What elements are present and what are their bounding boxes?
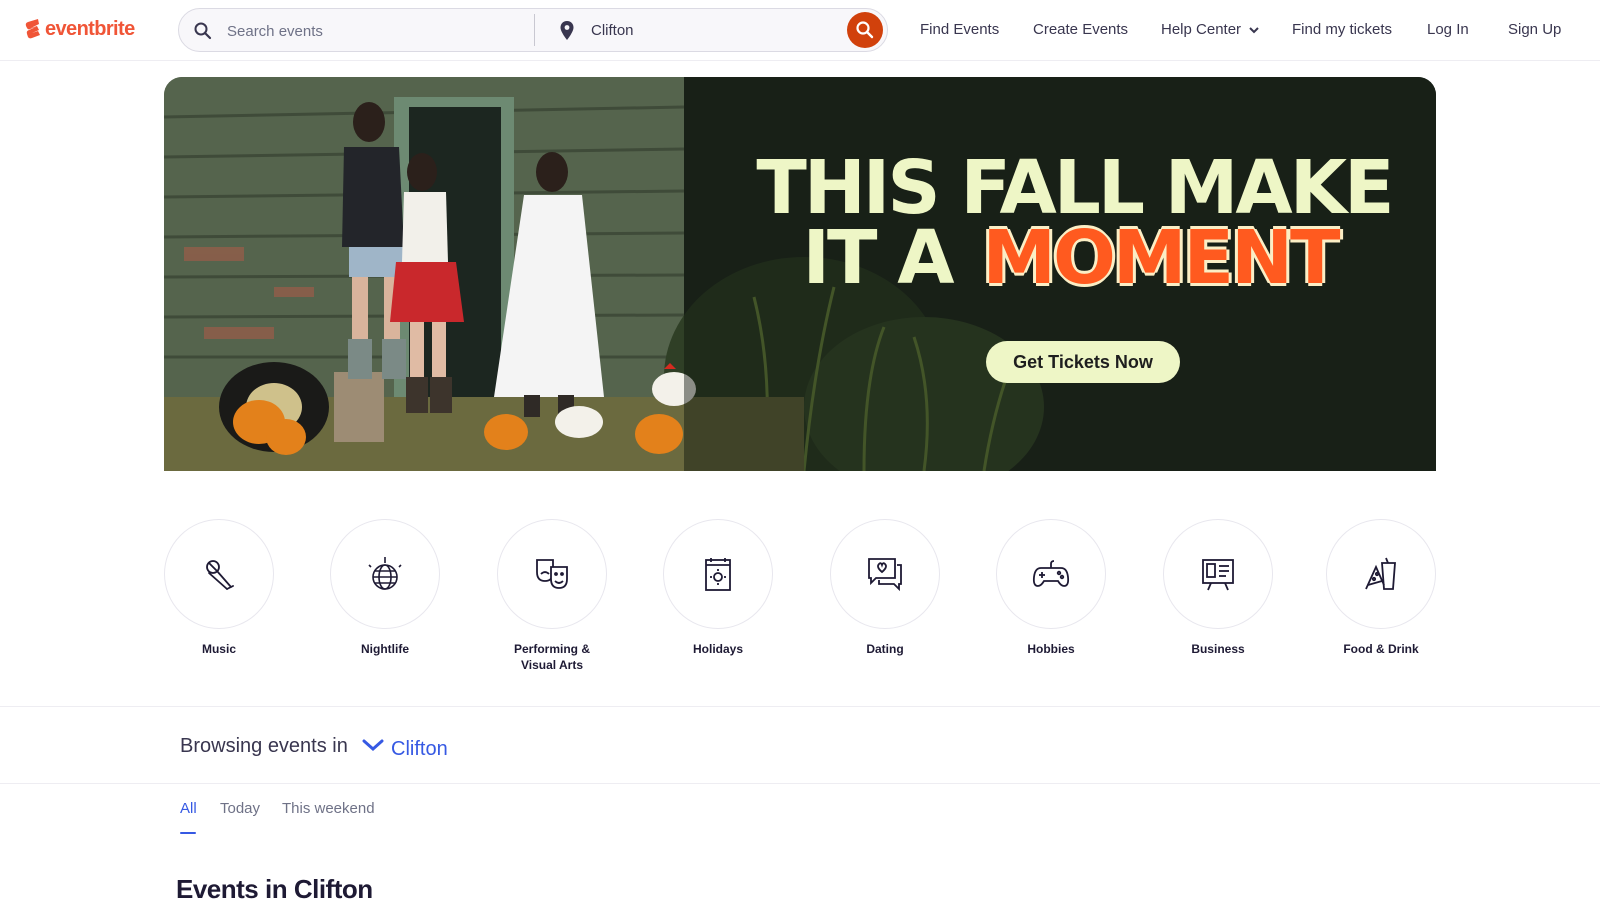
nav-help-center-label: Help Center — [1161, 21, 1242, 38]
category-business-label: Business — [1191, 642, 1245, 656]
category-list: Music Nightlife Performing & Visual Arts — [164, 519, 1436, 679]
search-bar: Clifton — [178, 8, 888, 52]
gamepad-icon — [1032, 560, 1070, 587]
category-performing-arts-circle — [497, 519, 607, 629]
eventbrite-mark-icon — [25, 19, 40, 39]
hero-banner[interactable]: THIS FALL MAKE IT A MOMENT Get Tickets N… — [164, 77, 1436, 471]
category-hobbies[interactable]: Hobbies — [996, 519, 1106, 657]
chat-heart-icon — [868, 558, 902, 592]
events-section-title: Events in Clifton — [176, 874, 373, 900]
theater-masks-icon — [536, 559, 568, 589]
category-holidays[interactable]: Holidays — [663, 519, 773, 657]
nav-help-center[interactable]: Help Center — [1161, 21, 1259, 38]
category-dating[interactable]: Dating — [830, 519, 940, 657]
chevron-down-icon[interactable] — [362, 737, 384, 753]
tab-all[interactable]: All — [180, 800, 197, 817]
hero-headline-line2: IT A MOMENT — [724, 221, 1424, 295]
nav-find-my-tickets[interactable]: Find my tickets — [1292, 21, 1392, 38]
disco-ball-icon — [368, 557, 402, 590]
get-tickets-button[interactable]: Get Tickets Now — [986, 341, 1180, 383]
category-performing-visual-arts[interactable]: Performing & Visual Arts — [497, 519, 607, 673]
eventbrite-logo[interactable]: eventbrite — [24, 16, 135, 42]
hero-headline: THIS FALL MAKE IT A MOMENT — [724, 145, 1424, 295]
category-holidays-circle — [663, 519, 773, 629]
category-hobbies-label: Hobbies — [1027, 642, 1075, 656]
category-nightlife-label: Nightlife — [361, 642, 409, 656]
category-nightlife[interactable]: Nightlife — [330, 519, 440, 657]
search-icon — [194, 22, 212, 40]
nav-create-events[interactable]: Create Events — [1033, 21, 1128, 38]
search-icon — [856, 21, 874, 39]
category-dating-circle — [830, 519, 940, 629]
food-drink-icon — [1365, 557, 1396, 590]
search-button[interactable] — [847, 12, 883, 48]
location-pin-icon — [560, 21, 574, 40]
browse-location-select[interactable]: Clifton — [391, 738, 448, 761]
nav-find-events[interactable]: Find Events — [920, 21, 999, 38]
tab-this-weekend[interactable]: This weekend — [282, 800, 375, 817]
category-nightlife-circle — [330, 519, 440, 629]
presentation-board-icon — [1202, 559, 1234, 591]
location-search[interactable]: Clifton — [535, 9, 887, 51]
search-input[interactable] — [227, 19, 517, 43]
tab-active-indicator — [180, 832, 196, 834]
category-holidays-label: Holidays — [692, 642, 743, 656]
nav-log-in[interactable]: Log In — [1427, 21, 1469, 38]
calendar-sun-icon — [705, 558, 731, 591]
category-business[interactable]: Business — [1163, 519, 1273, 657]
top-header: eventbrite Clifton Find Events — [0, 0, 1600, 61]
hero-headline-line2a: IT A — [802, 215, 955, 301]
hero-headline-line1: THIS FALL MAKE — [756, 145, 1394, 231]
category-music-circle — [164, 519, 274, 629]
browse-label: Browsing events in — [180, 735, 348, 757]
tab-today[interactable]: Today — [220, 800, 260, 817]
browse-location-bar: Browsing events in Clifton — [0, 706, 1600, 784]
category-music-label: Music — [201, 642, 236, 656]
hero-headline-moment: MOMENT — [982, 215, 1340, 301]
category-food-drink-label: Food & Drink — [1343, 642, 1419, 656]
category-performing-arts-label: Performing & Visual Arts — [513, 642, 590, 672]
chevron-down-icon — [1249, 27, 1259, 34]
microphone-icon — [206, 560, 234, 590]
location-input[interactable]: Clifton — [591, 22, 634, 39]
category-music[interactable]: Music — [164, 519, 274, 657]
category-dating-label: Dating — [866, 642, 904, 656]
event-search — [179, 9, 534, 51]
category-business-circle — [1163, 519, 1273, 629]
category-food-drink[interactable]: Food & Drink — [1326, 519, 1436, 657]
nav-sign-up[interactable]: Sign Up — [1508, 21, 1561, 38]
category-hobbies-circle — [996, 519, 1106, 629]
brand-name: eventbrite — [45, 17, 135, 40]
category-food-drink-circle — [1326, 519, 1436, 629]
